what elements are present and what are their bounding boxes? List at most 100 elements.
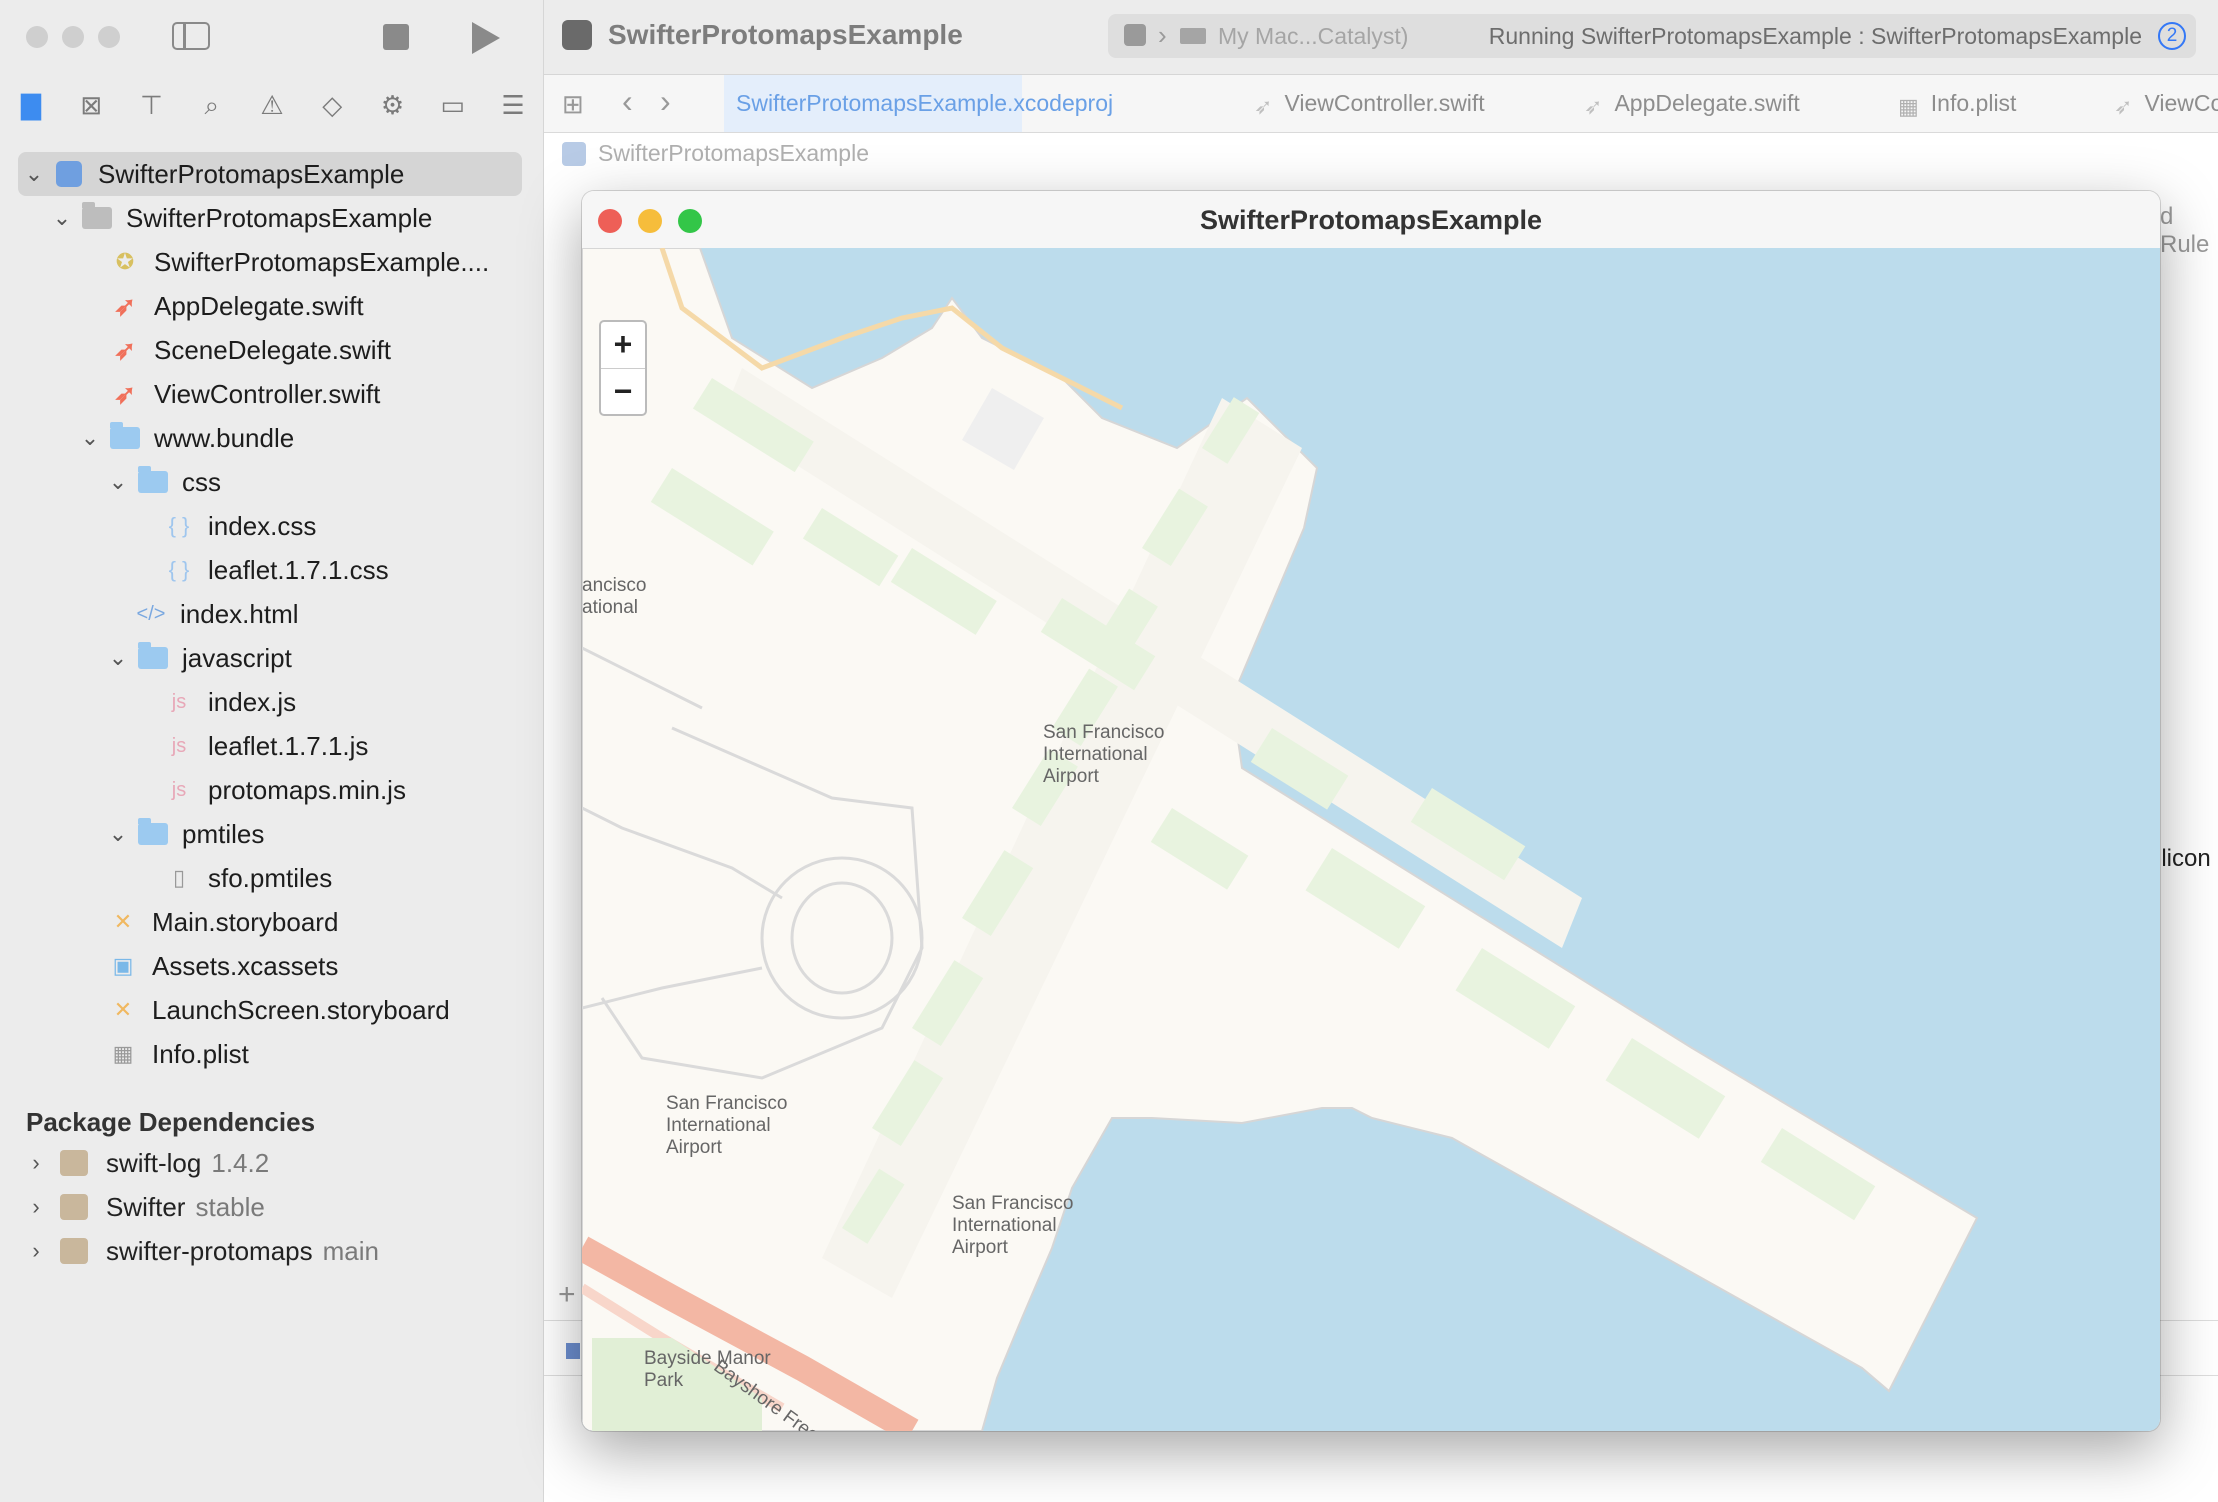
tree-item-scenedelegate[interactable]: ➶ SceneDelegate.swift	[110, 328, 391, 372]
tree-item-entitlements[interactable]: ✪ SwifterProtomapsExample....	[110, 240, 489, 284]
map-view[interactable]: + − ancisco ational San Francisco Intern…	[582, 247, 2160, 1431]
tree-item-pmtiles[interactable]: ⌄ pmtiles	[108, 812, 264, 856]
breadcrumb[interactable]: SwifterProtomapsExample	[544, 140, 869, 167]
tree-item-label: SceneDelegate.swift	[154, 334, 392, 365]
tree-item-protomaps-js[interactable]: js protomaps.min.js	[164, 768, 406, 812]
tab-label: SwifterProtomapsExample.xcodeproj	[736, 90, 1114, 116]
js-file-icon: js	[171, 778, 187, 801]
zoom-button[interactable]	[98, 26, 120, 48]
tab-xcodeproj[interactable]: SwifterProtomapsExample.xcodeproj	[724, 75, 1113, 132]
tree-item-www-bundle[interactable]: ⌄ www.bundle	[80, 416, 294, 460]
window-controls	[26, 26, 120, 48]
run-button[interactable]	[472, 22, 500, 54]
package-version: stable	[195, 1191, 265, 1222]
tree-item-info-plist[interactable]: ▦ Info.plist	[108, 1032, 249, 1076]
chevron-down-icon[interactable]: ⌄	[108, 821, 128, 847]
tree-item-group[interactable]: ⌄ SwifterProtomapsExample	[52, 196, 432, 240]
issue-count-badge[interactable]: 2	[2158, 22, 2186, 50]
destination-label[interactable]: My Mac...Catalyst)	[1218, 23, 1408, 50]
map-label: ancisco ational	[582, 575, 646, 619]
tree-item-leaflet-css[interactable]: { } leaflet.1.7.1.css	[164, 548, 389, 592]
close-button[interactable]	[26, 26, 48, 48]
project-navigator-icon[interactable]: ▇	[14, 88, 48, 122]
issue-navigator-icon[interactable]: ⚠	[255, 88, 289, 122]
tree-item-project[interactable]: ⌄ SwifterProtomapsExample	[18, 152, 522, 196]
tree-item-label: SwifterProtomapsExample....	[154, 246, 490, 277]
chevron-right-icon: ›	[1158, 20, 1167, 50]
stop-button[interactable]	[383, 24, 409, 50]
scheme-icon[interactable]	[1124, 24, 1146, 46]
tab-info-plist[interactable]: ▦ Info.plist	[1898, 75, 2016, 132]
js-file-icon: js	[171, 690, 187, 713]
tree-item-appdelegate[interactable]: ➶ AppDelegate.swift	[110, 284, 363, 328]
report-navigator-icon[interactable]: ☰	[496, 88, 530, 122]
swift-icon: ➶	[114, 334, 136, 365]
package-icon	[60, 1194, 88, 1220]
project-title: SwifterProtomapsExample	[608, 19, 963, 50]
tab-label: ViewController.swift	[1284, 90, 1485, 116]
folder-icon	[138, 818, 168, 848]
zoom-out-button[interactable]: −	[601, 369, 645, 415]
package-item[interactable]: › swifter-protomaps main	[26, 1231, 379, 1271]
tree-item-label: sfo.pmtiles	[208, 862, 333, 893]
symbol-navigator-icon[interactable]: ⊤	[135, 88, 169, 122]
tab-viewcontroller[interactable]: ➶ ViewController.swift	[1254, 75, 1485, 132]
back-arrow-icon[interactable]: ‹	[622, 83, 633, 120]
find-navigator-icon[interactable]: ⌕	[195, 88, 229, 122]
add-icon[interactable]: +	[558, 1278, 576, 1312]
package-item[interactable]: › swift-log 1.4.2	[26, 1143, 269, 1183]
plist-icon: ▦	[1898, 93, 1919, 119]
chevron-down-icon[interactable]: ⌄	[80, 425, 100, 451]
forward-arrow-icon[interactable]: ›	[660, 83, 671, 120]
map-label-line: San Francisco	[666, 1093, 788, 1114]
app-icon	[562, 20, 592, 50]
tree-item-index-js[interactable]: js index.js	[164, 680, 296, 724]
tree-item-label: index.js	[208, 686, 297, 717]
chevron-down-icon[interactable]: ⌄	[108, 469, 128, 495]
test-navigator-icon[interactable]: ◇	[315, 88, 349, 122]
tree-item-main-storyboard[interactable]: ✕ Main.storyboard	[108, 900, 339, 944]
sidebar-toggle-icon[interactable]	[172, 22, 210, 50]
source-control-icon[interactable]: ⊠	[74, 88, 108, 122]
chevron-right-icon[interactable]: ›	[26, 1238, 46, 1264]
grid-icon[interactable]: ⊞	[562, 89, 584, 120]
package-version: 1.4.2	[211, 1147, 270, 1178]
tree-item-index-html[interactable]: </> index.html	[136, 592, 299, 636]
chevron-right-icon[interactable]: ›	[26, 1194, 46, 1220]
tree-item-sfo-pmtiles[interactable]: ▯ sfo.pmtiles	[164, 856, 332, 900]
breakpoint-navigator-icon[interactable]: ▭	[436, 88, 470, 122]
chevron-right-icon[interactable]: ›	[26, 1150, 46, 1176]
package-name: swifter-protomaps	[106, 1235, 313, 1266]
target-icon	[566, 1343, 580, 1359]
tab-appdelegate[interactable]: ➶ AppDelegate.swift	[1584, 75, 1800, 132]
tree-item-leaflet-js[interactable]: js leaflet.1.7.1.js	[164, 724, 369, 768]
zoom-in-button[interactable]: +	[601, 322, 645, 369]
tree-item-launchscreen[interactable]: ✕ LaunchScreen.storyboard	[108, 988, 450, 1032]
tab-label: ViewCo	[2144, 90, 2218, 116]
tree-item-viewcontroller[interactable]: ➶ ViewController.swift	[110, 372, 380, 416]
document-icon: ▯	[172, 865, 186, 890]
minimize-button[interactable]	[62, 26, 84, 48]
map-label-line: ancisco	[582, 575, 647, 596]
tree-item-index-css[interactable]: { } index.css	[164, 504, 317, 548]
storyboard-icon: ✕	[113, 997, 133, 1022]
tree-item-assets[interactable]: ▣ Assets.xcassets	[108, 944, 339, 988]
chevron-down-icon[interactable]: ⌄	[108, 645, 128, 671]
map-label-line: Airport	[1043, 766, 1099, 787]
breadcrumb-item[interactable]: SwifterProtomapsExample	[598, 140, 869, 166]
folder-icon	[110, 422, 140, 452]
map-canvas[interactable]	[582, 247, 2160, 1431]
assets-icon: ▣	[112, 953, 134, 978]
package-item[interactable]: › Swifter stable	[26, 1187, 265, 1227]
chevron-down-icon[interactable]: ⌄	[24, 161, 44, 187]
storyboard-icon: ✕	[113, 909, 133, 934]
tree-item-css[interactable]: ⌄ css	[108, 460, 221, 504]
tree-item-label: index.css	[208, 510, 317, 541]
tree-item-javascript[interactable]: ⌄ javascript	[108, 636, 292, 680]
chevron-down-icon[interactable]: ⌄	[52, 205, 72, 231]
map-label-park: Bayside Manor Park	[644, 1348, 771, 1392]
tree-item-label: www.bundle	[154, 422, 295, 453]
debug-navigator-icon[interactable]: ⚙	[376, 88, 410, 122]
activity-status-bar[interactable]: › My Mac...Catalyst) Running SwifterProt…	[1108, 14, 2196, 58]
tab-viewcontroller-2[interactable]: ➶ ViewCo	[2114, 75, 2218, 132]
